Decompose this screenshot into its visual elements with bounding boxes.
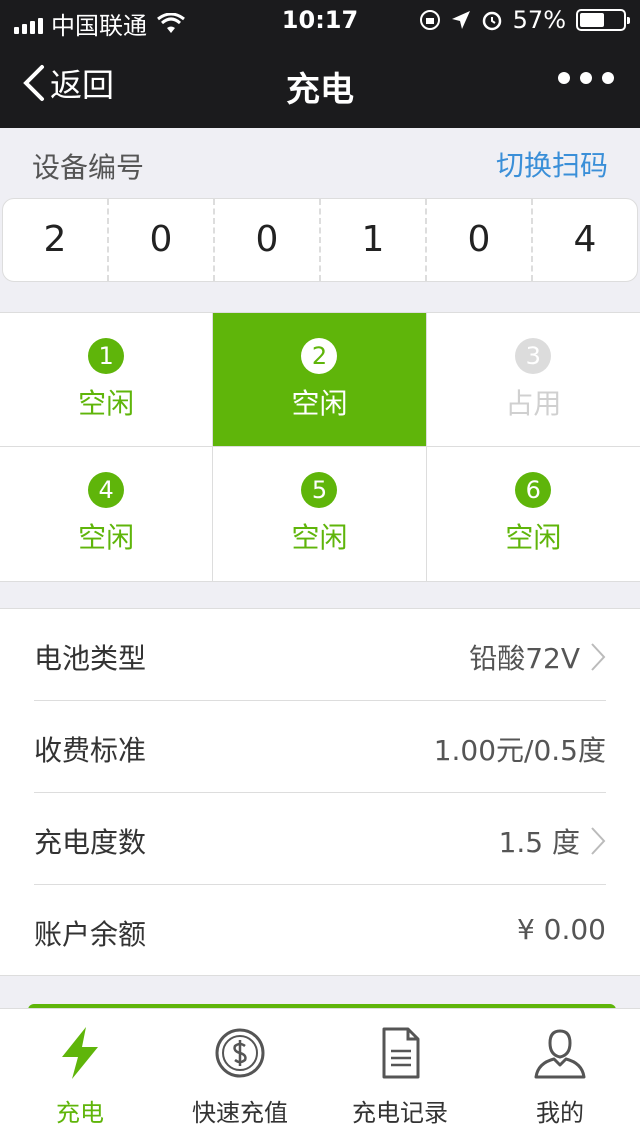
row-label: 收费标准 [34, 734, 147, 767]
tab-bar: 充电 快速充值 充电记录 我的 [0, 1008, 640, 1136]
device-digit: 4 [573, 219, 597, 260]
tab-quick-recharge[interactable]: 快速充值 [160, 1009, 320, 1136]
row-label: 账户余额 [34, 918, 147, 951]
port-status: 空闲 [78, 386, 135, 420]
row-label: 充电度数 [34, 826, 147, 859]
alarm-icon [482, 11, 501, 31]
orientation-lock-icon [419, 10, 440, 30]
port-1[interactable]: 1 空闲 [0, 313, 214, 447]
tab-charge[interactable]: 充电 [0, 1009, 160, 1136]
port-4[interactable]: 4 空闲 [0, 447, 214, 581]
device-digit: 2 [3, 199, 109, 281]
battery-percent: 57% [512, 6, 566, 34]
row-value: ¥ 0.00 [517, 913, 606, 946]
port-status: 空闲 [505, 521, 562, 554]
tab-label: 充电记录 [352, 1099, 448, 1127]
balance-row: 账户余额 ¥ 0.00 [34, 885, 606, 977]
tab-label: 我的 [536, 1099, 584, 1127]
tab-label: 充电 [56, 1099, 104, 1127]
nav-bar: 返回 充电 [0, 40, 640, 128]
port-number-badge: 3 [515, 337, 552, 374]
device-digit: 0 [215, 199, 321, 281]
battery-fill [580, 13, 604, 27]
document-icon [382, 1027, 420, 1079]
row-value: 1.00元/0.5度 [434, 729, 606, 769]
balance-value: ¥ 0.00 [516, 913, 606, 946]
port-status: 占用 [505, 386, 562, 420]
lightning-icon [62, 1027, 98, 1079]
port-number-badge: 6 [515, 472, 552, 508]
battery-type-row[interactable]: 电池类型 铅酸72V [34, 609, 606, 701]
fee-standard-row: 收费标准 1.00元/0.5度 [34, 701, 606, 793]
more-dot-icon [558, 72, 570, 84]
port-number-badge: 4 [88, 472, 125, 508]
location-icon [451, 11, 470, 29]
user-icon [534, 1029, 586, 1079]
port-status: 空闲 [291, 386, 348, 420]
more-dot-icon [602, 72, 614, 84]
switch-scan-link[interactable]: 切换扫码 [496, 144, 608, 184]
port-6[interactable]: 6 空闲 [427, 447, 640, 581]
port-3[interactable]: 3 占用 [426, 313, 640, 447]
charge-info-list: 电池类型 铅酸72V 收费标准 1.00元/0.5度 充电度数 1.5 度 账户… [0, 608, 640, 976]
row-label: 电池类型 [34, 642, 147, 675]
more-dot-icon [580, 72, 592, 84]
battery-icon [576, 9, 630, 31]
tab-mine[interactable]: 我的 [480, 1009, 640, 1136]
chevron-right-icon [591, 643, 606, 671]
device-digit: 1 [321, 199, 427, 281]
port-status: 空闲 [291, 521, 348, 554]
battery-type-value: 铅酸72V [469, 642, 580, 675]
chevron-right-icon [591, 827, 606, 855]
charge-amount-row[interactable]: 充电度数 1.5 度 [34, 793, 606, 885]
tab-label: 快速充值 [192, 1099, 288, 1127]
port-number-badge: 1 [88, 337, 125, 374]
port-grid: 1 空闲 2 空闲 3 占用 4 空闲 5 空闲 6 空闲 [0, 312, 640, 582]
device-number-label: 设备编号 [32, 151, 145, 184]
device-code-box[interactable]: 2 0 0 1 0 4 [2, 198, 638, 282]
dollar-coin-icon [215, 1028, 265, 1078]
port-2[interactable]: 2 空闲 [213, 313, 427, 447]
more-button[interactable] [558, 72, 614, 84]
port-5[interactable]: 5 空闲 [213, 447, 427, 581]
tab-charge-records[interactable]: 充电记录 [320, 1009, 480, 1136]
device-digit: 0 [427, 199, 533, 281]
row-value: 1.5 度 [499, 821, 606, 861]
port-number-badge: 2 [301, 337, 338, 374]
device-header: 设备编号 切换扫码 [0, 128, 640, 198]
status-bar: 中国联通 10:17 57% [0, 0, 640, 40]
row-value: 铅酸72V [469, 637, 606, 677]
charge-amount-value: 1.5 度 [498, 826, 580, 859]
status-right: 57% [419, 6, 630, 34]
fee-standard-value: 1.00元/0.5度 [433, 734, 606, 767]
port-number-badge: 5 [301, 472, 338, 508]
device-digit: 0 [109, 199, 215, 281]
port-status: 空闲 [78, 521, 135, 554]
page-title: 充电 [286, 70, 354, 110]
